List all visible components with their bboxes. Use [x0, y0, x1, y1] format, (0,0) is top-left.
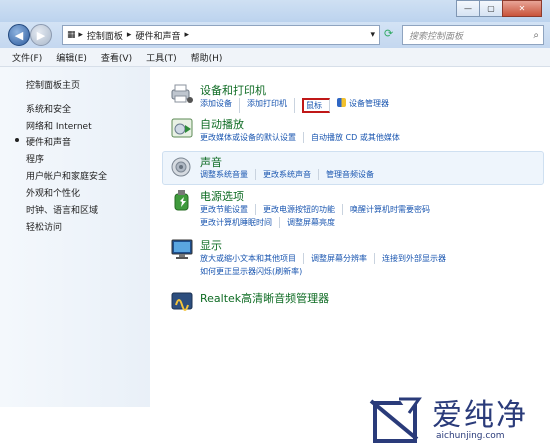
link-change-sleep-time[interactable]: 更改计算机睡眠时间 — [200, 217, 280, 228]
sidebar-item-user-accounts[interactable]: 用户帐户和家庭安全 — [26, 169, 107, 182]
monitor-icon — [171, 239, 193, 259]
power-links-row2: 更改计算机睡眠时间 调整屏幕亮度 — [200, 217, 349, 228]
link-external-display[interactable]: 连接到外部显示器 — [382, 253, 453, 264]
printer-icon — [171, 84, 193, 103]
window-controls: — ▢ ✕ — [456, 0, 542, 17]
address-dropdown-icon[interactable]: ▾ — [370, 30, 375, 40]
power-options-title[interactable]: 电源选项 — [200, 188, 244, 204]
breadcrumb-hardware-sound[interactable]: 硬件和声音 — [135, 29, 180, 42]
forward-button[interactable]: ▶ — [30, 24, 52, 46]
sidebar-item-home[interactable]: 控制面板主页 — [26, 78, 80, 91]
watermark-brand: 爱纯净 — [432, 398, 528, 433]
link-add-printer[interactable]: 添加打印机 — [247, 98, 295, 113]
link-require-password[interactable]: 唤醒计算机时需要密码 — [350, 204, 437, 215]
sound-title[interactable]: 声音 — [200, 154, 222, 170]
search-input[interactable]: 搜索控制面板 ⌕ — [402, 25, 544, 45]
close-button[interactable]: ✕ — [502, 0, 542, 17]
control-panel-icon: ▦ ▸ — [67, 30, 83, 40]
sound-links: 调整系统音量 更改系统声音 管理音频设备 — [200, 169, 388, 180]
link-change-default-media[interactable]: 更改媒体或设备的默认设置 — [200, 132, 304, 143]
autoplay-title[interactable]: 自动播放 — [200, 116, 244, 132]
aichunjing-logo-icon — [369, 397, 422, 443]
link-screen-resolution[interactable]: 调整屏幕分辨率 — [311, 253, 375, 264]
menu-file[interactable]: 文件(F) — [12, 51, 42, 64]
realtek-title[interactable]: Realtek高清晰音频管理器 — [200, 290, 329, 306]
display-links-row1: 放大或缩小文本和其他项目 调整屏幕分辨率 连接到外部显示器 — [200, 253, 460, 264]
search-placeholder: 搜索控制面板 — [409, 31, 464, 42]
display-links-row2: 如何更正显示器闪烁(刷新率) — [200, 266, 316, 277]
link-text-size[interactable]: 放大或缩小文本和其他项目 — [200, 253, 304, 264]
sidebar — [0, 67, 150, 407]
autoplay-icon — [171, 118, 193, 138]
navigation-bar: ◀ ▶ ▦ ▸ 控制面板 ▸ 硬件和声音 ▸ ▾ ⟳ 搜索控制面板 ⌕ — [0, 22, 550, 49]
link-change-battery-settings[interactable]: 更改节能设置 — [200, 204, 256, 215]
link-manage-audio-devices[interactable]: 管理音频设备 — [326, 169, 381, 180]
link-monitor-flicker[interactable]: 如何更正显示器闪烁(刷新率) — [200, 266, 309, 277]
window-titlebar: — ▢ ✕ — [0, 0, 550, 22]
link-change-sounds[interactable]: 更改系统声音 — [263, 169, 319, 180]
breadcrumb-control-panel[interactable]: 控制面板 — [87, 29, 123, 42]
devices-printers-title[interactable]: 设备和打印机 — [200, 82, 266, 98]
display-title[interactable]: 显示 — [200, 237, 222, 253]
sidebar-item-hardware-sound[interactable]: 硬件和声音 — [26, 135, 71, 148]
sidebar-item-system-security[interactable]: 系统和安全 — [26, 102, 71, 115]
power-links-row1: 更改节能设置 更改电源按钮的功能 唤醒计算机时需要密码 — [200, 204, 444, 215]
sidebar-item-ease-of-access[interactable]: 轻松访问 — [26, 220, 62, 233]
menu-help[interactable]: 帮助(H) — [191, 51, 223, 64]
maximize-button[interactable]: ▢ — [479, 0, 503, 17]
menu-bar: 文件(F) 编辑(E) 查看(V) 工具(T) 帮助(H) — [0, 48, 550, 67]
uac-shield-icon — [337, 98, 346, 107]
sidebar-item-network[interactable]: 网络和 Internet — [26, 119, 92, 132]
link-adjust-volume[interactable]: 调整系统音量 — [200, 169, 256, 180]
breadcrumb-separator: ▸ — [126, 30, 132, 40]
search-icon[interactable]: ⌕ — [533, 30, 539, 41]
link-mouse[interactable]: 鼠标 — [302, 98, 330, 113]
speaker-icon — [171, 157, 191, 177]
link-adjust-brightness[interactable]: 调整屏幕亮度 — [287, 217, 342, 228]
link-add-device[interactable]: 添加设备 — [200, 98, 240, 113]
power-icon — [174, 190, 189, 211]
breadcrumb-separator: ▸ — [184, 30, 189, 40]
current-item-bullet — [15, 138, 19, 142]
link-autoplay-cd[interactable]: 自动播放 CD 或其他媒体 — [311, 132, 407, 143]
sidebar-item-clock-language[interactable]: 时钟、语言和区域 — [26, 203, 98, 216]
link-device-manager[interactable]: 设备管理器 — [337, 98, 396, 113]
watermark-url: aichunjing.com — [436, 431, 505, 441]
realtek-icon — [171, 292, 193, 311]
menu-view[interactable]: 查看(V) — [101, 51, 132, 64]
minimize-button[interactable]: — — [456, 0, 480, 17]
back-button[interactable]: ◀ — [8, 24, 30, 46]
address-bar[interactable]: ▦ ▸ 控制面板 ▸ 硬件和声音 ▸ ▾ — [62, 25, 380, 45]
menu-tools[interactable]: 工具(T) — [146, 51, 177, 64]
devices-links: 添加设备 添加打印机 鼠标 设备管理器 — [200, 98, 403, 113]
autoplay-links: 更改媒体或设备的默认设置 自动播放 CD 或其他媒体 — [200, 132, 414, 143]
sidebar-item-programs[interactable]: 程序 — [26, 152, 44, 165]
link-change-power-button[interactable]: 更改电源按钮的功能 — [263, 204, 343, 215]
refresh-icon[interactable]: ⟳ — [384, 27, 393, 40]
menu-edit[interactable]: 编辑(E) — [56, 51, 87, 64]
sidebar-item-appearance[interactable]: 外观和个性化 — [26, 186, 80, 199]
